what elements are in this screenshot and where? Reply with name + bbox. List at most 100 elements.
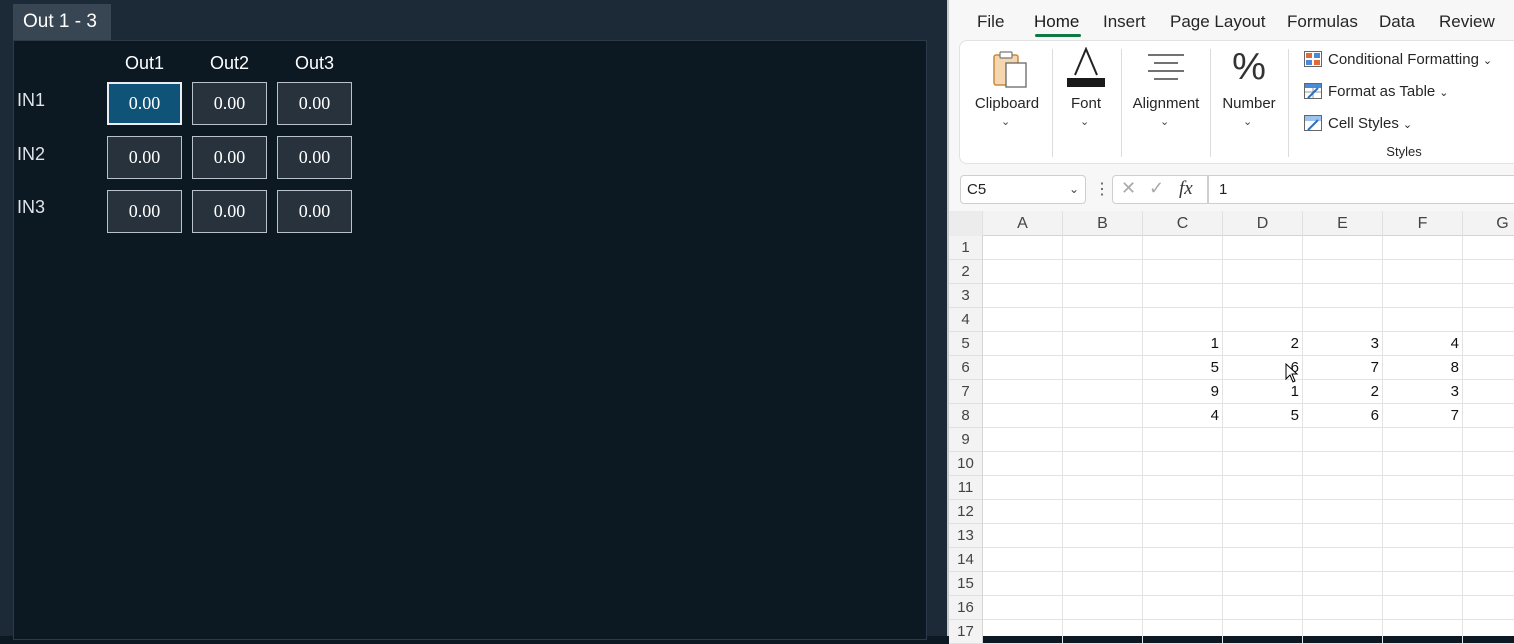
- cell-d11[interactable]: [1223, 476, 1303, 500]
- cell-g1[interactable]: [1463, 236, 1514, 260]
- cell-g5[interactable]: [1463, 332, 1514, 356]
- name-box[interactable]: C5 ⌄: [960, 175, 1086, 204]
- chevron-down-icon[interactable]: ⌄: [1069, 176, 1079, 203]
- cell-g12[interactable]: [1463, 500, 1514, 524]
- cell-a13[interactable]: [983, 524, 1063, 548]
- cell-g11[interactable]: [1463, 476, 1514, 500]
- row-header-3[interactable]: 3: [949, 284, 983, 308]
- row-header-9[interactable]: 9: [949, 428, 983, 452]
- row-header-11[interactable]: 11: [949, 476, 983, 500]
- cell-c11[interactable]: [1143, 476, 1223, 500]
- cell-b10[interactable]: [1063, 452, 1143, 476]
- cell-b6[interactable]: [1063, 356, 1143, 380]
- number-button[interactable]: % Number ⌄: [1214, 45, 1284, 128]
- cell-b13[interactable]: [1063, 524, 1143, 548]
- cell-e2[interactable]: [1303, 260, 1383, 284]
- cell-f16[interactable]: [1383, 596, 1463, 620]
- font-button[interactable]: Font ⌄: [1056, 45, 1116, 128]
- cell-f5[interactable]: 4: [1383, 332, 1463, 356]
- cell-d13[interactable]: [1223, 524, 1303, 548]
- cell-f11[interactable]: [1383, 476, 1463, 500]
- cell-d1[interactable]: [1223, 236, 1303, 260]
- cell-g7[interactable]: [1463, 380, 1514, 404]
- row-header-15[interactable]: 15: [949, 572, 983, 596]
- cell-d7[interactable]: 1: [1223, 380, 1303, 404]
- cell-b11[interactable]: [1063, 476, 1143, 500]
- cell-d4[interactable]: [1223, 308, 1303, 332]
- cell-a6[interactable]: [983, 356, 1063, 380]
- cell-d14[interactable]: [1223, 548, 1303, 572]
- gain-cell-in1-out1[interactable]: 0.00: [107, 82, 182, 125]
- cell-f6[interactable]: 8: [1383, 356, 1463, 380]
- menu-review[interactable]: Review: [1439, 12, 1495, 32]
- cell-b15[interactable]: [1063, 572, 1143, 596]
- cell-b4[interactable]: [1063, 308, 1143, 332]
- cell-c16[interactable]: [1143, 596, 1223, 620]
- cell-e3[interactable]: [1303, 284, 1383, 308]
- cell-e14[interactable]: [1303, 548, 1383, 572]
- cell-f2[interactable]: [1383, 260, 1463, 284]
- menu-home[interactable]: Home: [1034, 12, 1079, 32]
- cell-b12[interactable]: [1063, 500, 1143, 524]
- cell-g14[interactable]: [1463, 548, 1514, 572]
- cell-d12[interactable]: [1223, 500, 1303, 524]
- cell-e1[interactable]: [1303, 236, 1383, 260]
- cell-d15[interactable]: [1223, 572, 1303, 596]
- menu-page-layout[interactable]: Page Layout: [1170, 12, 1265, 32]
- column-header-e[interactable]: E: [1303, 211, 1383, 236]
- cell-c9[interactable]: [1143, 428, 1223, 452]
- cell-e16[interactable]: [1303, 596, 1383, 620]
- cell-g3[interactable]: [1463, 284, 1514, 308]
- cell-c13[interactable]: [1143, 524, 1223, 548]
- cell-f17[interactable]: [1383, 620, 1463, 644]
- cell-f7[interactable]: 3: [1383, 380, 1463, 404]
- cell-a3[interactable]: [983, 284, 1063, 308]
- worksheet-grid[interactable]: A B C D E F G 12345123465678791238456791…: [949, 211, 1514, 644]
- cell-e5[interactable]: 3: [1303, 332, 1383, 356]
- cell-f13[interactable]: [1383, 524, 1463, 548]
- cell-e15[interactable]: [1303, 572, 1383, 596]
- more-options-icon[interactable]: ⋮: [1094, 179, 1110, 199]
- cell-d5[interactable]: 2: [1223, 332, 1303, 356]
- cell-a14[interactable]: [983, 548, 1063, 572]
- cell-d9[interactable]: [1223, 428, 1303, 452]
- cell-b1[interactable]: [1063, 236, 1143, 260]
- cell-f3[interactable]: [1383, 284, 1463, 308]
- cell-a7[interactable]: [983, 380, 1063, 404]
- cell-g4[interactable]: [1463, 308, 1514, 332]
- cell-c5[interactable]: 1: [1143, 332, 1223, 356]
- gain-cell-in3-out1[interactable]: 0.00: [107, 190, 182, 233]
- cell-a17[interactable]: [983, 620, 1063, 644]
- cell-c2[interactable]: [1143, 260, 1223, 284]
- column-header-c[interactable]: C: [1143, 211, 1223, 236]
- cell-a15[interactable]: [983, 572, 1063, 596]
- cell-e11[interactable]: [1303, 476, 1383, 500]
- insert-function-icon[interactable]: fx: [1179, 178, 1193, 200]
- cell-c17[interactable]: [1143, 620, 1223, 644]
- cell-g2[interactable]: [1463, 260, 1514, 284]
- cell-e10[interactable]: [1303, 452, 1383, 476]
- cell-e8[interactable]: 6: [1303, 404, 1383, 428]
- column-header-f[interactable]: F: [1383, 211, 1463, 236]
- cell-g17[interactable]: [1463, 620, 1514, 644]
- cell-g13[interactable]: [1463, 524, 1514, 548]
- row-header-10[interactable]: 10: [949, 452, 983, 476]
- tab-out-1-3[interactable]: Out 1 - 3: [13, 4, 111, 40]
- cell-b9[interactable]: [1063, 428, 1143, 452]
- cell-a1[interactable]: [983, 236, 1063, 260]
- row-header-6[interactable]: 6: [949, 356, 983, 380]
- row-header-1[interactable]: 1: [949, 236, 983, 260]
- cell-a11[interactable]: [983, 476, 1063, 500]
- cell-f10[interactable]: [1383, 452, 1463, 476]
- cell-g8[interactable]: [1463, 404, 1514, 428]
- cell-styles-button[interactable]: Cell Styles ⌄: [1304, 115, 1412, 132]
- cell-g6[interactable]: [1463, 356, 1514, 380]
- select-all-corner[interactable]: [949, 211, 983, 236]
- gain-cell-in3-out2[interactable]: 0.00: [192, 190, 267, 233]
- cell-c15[interactable]: [1143, 572, 1223, 596]
- cell-c4[interactable]: [1143, 308, 1223, 332]
- cell-b16[interactable]: [1063, 596, 1143, 620]
- gain-cell-in2-out1[interactable]: 0.00: [107, 136, 182, 179]
- cell-g16[interactable]: [1463, 596, 1514, 620]
- cell-f12[interactable]: [1383, 500, 1463, 524]
